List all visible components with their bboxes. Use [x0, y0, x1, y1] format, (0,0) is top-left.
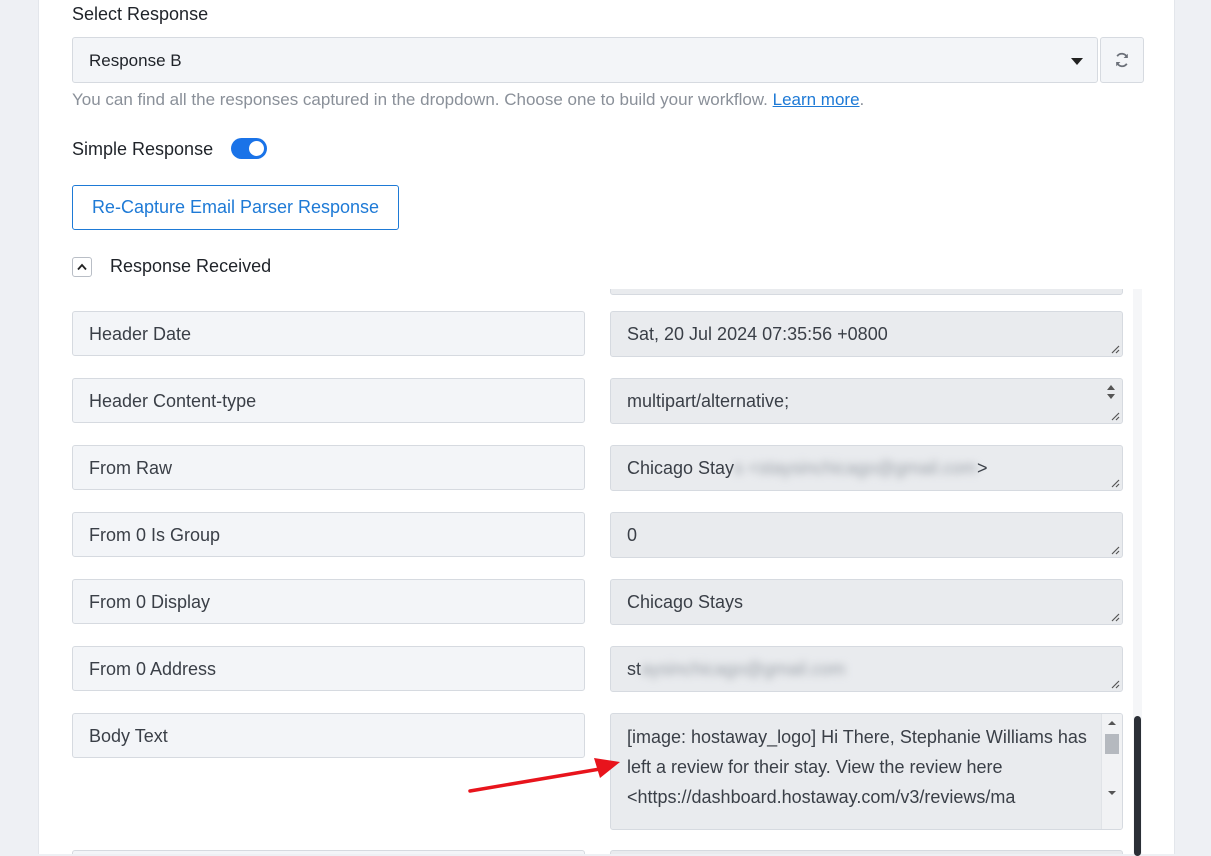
resize-grip-icon[interactable]	[1110, 545, 1120, 555]
select-response-label: Select Response	[72, 4, 209, 24]
response-select[interactable]: Response B	[72, 37, 1098, 83]
resize-grip-icon[interactable]	[1110, 344, 1120, 354]
body-text-scrollbar[interactable]	[1101, 714, 1122, 829]
field-key-from-0-address: From 0 Address	[72, 646, 585, 691]
resize-grip-icon[interactable]	[1110, 411, 1120, 421]
field-value-from-raw[interactable]: Chicago Stays <staysinchicago@gmail.com>	[610, 445, 1123, 491]
list-scrollbar-thumb[interactable]	[1134, 716, 1141, 856]
field-key-from-raw: From Raw	[72, 445, 585, 490]
response-fields-list: Header Date Sat, 20 Jul 2024 07:35:56 +0…	[39, 289, 1174, 854]
response-received-label: Response Received	[110, 256, 272, 276]
field-key-from-0-is-group: From 0 Is Group	[72, 512, 585, 557]
field-value-text: Chicago Stay	[627, 458, 735, 478]
resize-grip-icon[interactable]	[1110, 679, 1120, 689]
field-key-body-text: Body Text	[72, 713, 585, 758]
response-select-value: Response B	[89, 51, 182, 70]
field-key-header-content-type: Header Content-type	[72, 378, 585, 423]
toggle-knob	[249, 141, 264, 156]
field-key-from-0-display: From 0 Display	[72, 579, 585, 624]
help-text-suffix: .	[859, 90, 865, 109]
scroll-up-icon[interactable]	[1102, 716, 1122, 730]
chevron-up-icon[interactable]	[72, 257, 92, 277]
redacted-text: aysinchicago@gmail.com	[641, 659, 846, 679]
field-value-text: Chicago Stays	[627, 592, 744, 612]
field-value-body-text[interactable]: [image: hostaway_logo] Hi There, Stephan…	[610, 713, 1123, 830]
field-value-next	[610, 850, 1123, 854]
field-value-suffix: >	[976, 458, 988, 478]
field-value-previous	[610, 289, 1123, 295]
refresh-icon	[1116, 52, 1128, 68]
field-value-from-0-display[interactable]: Chicago Stays	[610, 579, 1123, 625]
redacted-text: s <staysinchicago@gmail.com	[734, 458, 977, 478]
select-help-text: You can find all the responses captured …	[72, 90, 864, 110]
field-value-from-0-is-group[interactable]: 0	[610, 512, 1123, 558]
refresh-button[interactable]	[1100, 37, 1144, 83]
chevron-down-icon	[1071, 58, 1083, 65]
field-value-header-content-type[interactable]: multipart/alternative;	[610, 378, 1123, 424]
field-value-header-date[interactable]: Sat, 20 Jul 2024 07:35:56 +0800	[610, 311, 1123, 357]
scroll-thumb[interactable]	[1105, 734, 1119, 754]
workflow-card: Select Response Response B You can find …	[38, 0, 1175, 856]
field-key-header-date: Header Date	[72, 311, 585, 356]
field-value-text: 0	[627, 525, 638, 545]
field-value-text: Sat, 20 Jul 2024 07:35:56 +0800	[627, 324, 888, 344]
spinner-arrows-icon[interactable]	[1104, 381, 1118, 403]
field-value-text: st	[627, 659, 642, 679]
resize-grip-icon[interactable]	[1110, 478, 1120, 488]
scroll-down-icon[interactable]	[1102, 786, 1122, 800]
simple-response-toggle[interactable]	[231, 138, 267, 159]
field-key-next	[72, 850, 585, 854]
field-value-text: multipart/alternative;	[627, 391, 790, 411]
field-value-from-0-address[interactable]: staysinchicago@gmail.com	[610, 646, 1123, 692]
simple-response-label: Simple Response	[72, 139, 214, 159]
recapture-response-button[interactable]: Re-Capture Email Parser Response	[72, 185, 399, 230]
resize-grip-icon[interactable]	[1110, 612, 1120, 622]
help-text-body: You can find all the responses captured …	[72, 90, 768, 109]
field-value-text: [image: hostaway_logo] Hi There, Stephan…	[627, 727, 1087, 807]
learn-more-link[interactable]: Learn more	[773, 90, 860, 109]
